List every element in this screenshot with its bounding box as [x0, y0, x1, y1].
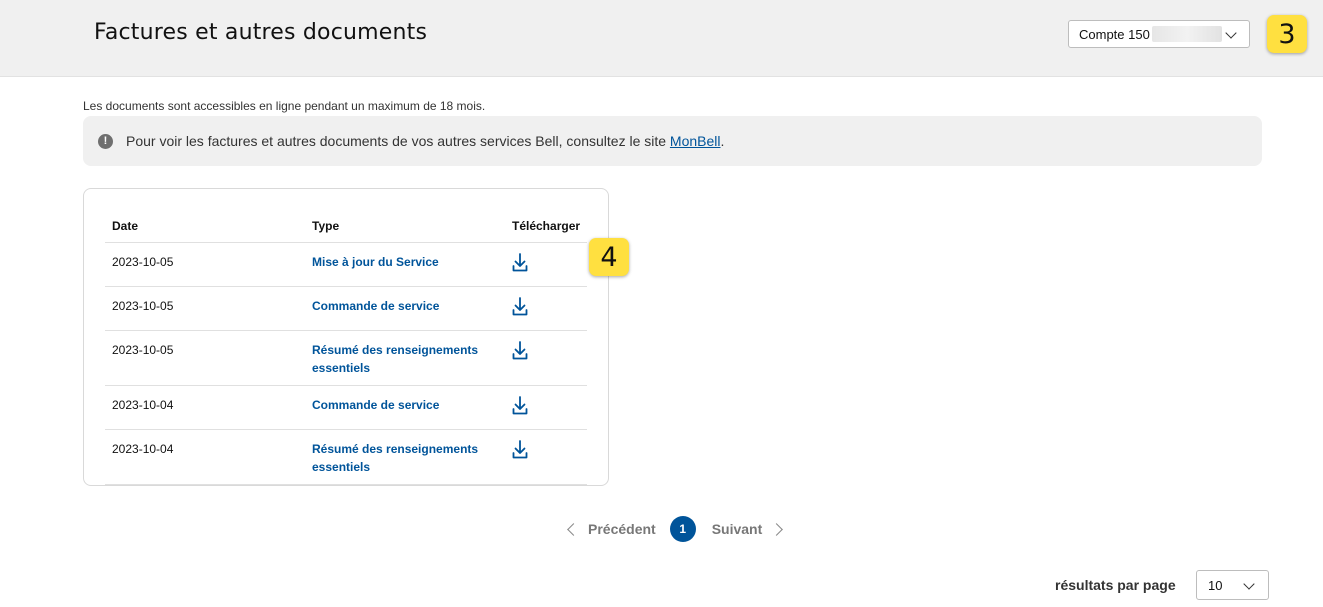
row-type-cell: Résumé des renseignements essentiels — [305, 330, 505, 386]
table-row: 2023-10-05 Résumé des renseignements essen… — [105, 330, 587, 386]
document-type-link[interactable]: Commande de service — [312, 299, 439, 313]
chevron-down-icon — [1225, 27, 1237, 39]
row-date: 2023-10-05 — [105, 286, 305, 331]
results-per-page-value: 10 — [1208, 577, 1223, 593]
table-row: 2023-10-05 Mise à jour du Service — [105, 242, 587, 287]
results-per-page-label: résultats par page — [1055, 577, 1176, 593]
row-download-cell — [505, 242, 587, 287]
table-header-row: Date Type Télécharger — [105, 212, 587, 243]
page-1-button[interactable]: 1 — [669, 516, 696, 542]
row-date: 2023-10-04 — [105, 429, 305, 485]
row-date: 2023-10-04 — [105, 385, 305, 430]
info-icon: ! — [98, 133, 113, 149]
table-row: 2023-10-04 Commande de service — [105, 385, 587, 430]
document-type-text: essentiels — [312, 460, 371, 474]
row-type-cell: Résumé des renseignements essentiels — [305, 429, 505, 485]
account-select[interactable]: Compte 150 — [1068, 20, 1250, 48]
document-type-text: Commande de service — [312, 398, 440, 412]
document-type-text: Résumé des renseignements — [312, 442, 479, 456]
download-icon[interactable] — [512, 396, 528, 421]
next-page-button[interactable]: Suivant — [711, 521, 784, 537]
retention-notice: Les documents sont accessibles en ligne … — [83, 99, 486, 113]
row-download-cell — [505, 385, 587, 430]
document-type-text: Mise à jour du Service — [312, 255, 439, 269]
results-per-page-select[interactable]: 10 — [1196, 570, 1269, 600]
row-download-cell — [505, 286, 587, 331]
account-select-label: Compte 150 — [1079, 26, 1150, 42]
chevron-right-icon — [770, 522, 784, 536]
previous-page-label: Précédent — [588, 521, 656, 537]
step-badge-3: 3 — [1267, 15, 1307, 53]
document-type-text: Commande de service — [312, 299, 440, 313]
row-download-cell — [505, 429, 587, 485]
table-row: 2023-10-04 Résumé des renseignements essen… — [105, 429, 587, 485]
row-download-cell — [505, 330, 587, 386]
download-icon[interactable] — [512, 297, 528, 322]
pagination: Précédent 1 Suivant — [566, 516, 784, 542]
row-type-cell: Mise à jour du Service — [305, 242, 505, 287]
chevron-down-icon — [1243, 578, 1255, 590]
documents-table: Date Type Télécharger 2023-10-05 Mise à j… — [105, 212, 587, 485]
document-type-text: essentiels — [312, 361, 371, 375]
row-date: 2023-10-05 — [105, 330, 305, 386]
monbell-link[interactable]: MonBell — [670, 133, 721, 149]
document-type-text: Résumé des renseignements — [312, 343, 479, 357]
info-text: Pour voir les factures et autres documen… — [126, 133, 725, 149]
row-type-cell: Commande de service — [305, 385, 505, 430]
document-type-link[interactable]: Mise à jour du Service — [312, 255, 439, 269]
row-date: 2023-10-05 — [105, 242, 305, 287]
download-icon[interactable] — [512, 253, 528, 278]
column-header-date: Date — [105, 212, 305, 243]
documents-card: Date Type Télécharger 2023-10-05 Mise à j… — [83, 188, 609, 486]
next-page-label: Suivant — [711, 521, 763, 537]
page-title: Factures et autres documents — [94, 20, 428, 45]
column-header-type: Type — [305, 212, 505, 243]
chevron-left-icon — [567, 522, 580, 536]
download-icon[interactable] — [512, 440, 528, 465]
column-header-download: Télécharger — [505, 212, 587, 243]
previous-page-button[interactable]: Précédent — [566, 521, 656, 537]
info-banner: ! Pour voir les factures et autres docum… — [83, 116, 1262, 166]
redacted-account-number — [1151, 26, 1222, 42]
row-type-cell: Commande de service — [305, 286, 505, 331]
document-type-link[interactable]: Résumé des renseignements essentiels — [312, 442, 478, 474]
download-icon[interactable] — [512, 341, 528, 366]
document-type-link[interactable]: Résumé des renseignements essentiels — [312, 343, 478, 375]
page-header: Factures et autres documents Compte 150 … — [0, 0, 1323, 77]
table-row: 2023-10-05 Commande de service — [105, 286, 587, 331]
document-type-link[interactable]: Commande de service — [312, 398, 439, 412]
step-badge-4: 4 — [589, 238, 629, 276]
